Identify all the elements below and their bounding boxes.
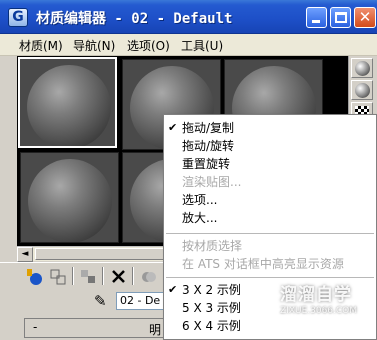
toolbar-separator [132, 267, 134, 285]
delete-x-icon [112, 270, 125, 283]
menu-item-magnify[interactable]: 放大... [164, 209, 376, 227]
window-title: 材质编辑器 - 02 - Default [36, 11, 233, 27]
menu-item-label: 拖动/复制 [182, 121, 235, 135]
rollout-title: 明 [149, 323, 162, 337]
toolbar-separator [72, 267, 74, 285]
checkmark-icon: ✔ [168, 283, 178, 296]
sample-slot-1[interactable] [18, 57, 117, 148]
watermark: 溜溜自学 ZIXUE.3066.COM [238, 274, 377, 336]
toolbar-separator [102, 267, 104, 285]
sample-slot-4[interactable] [20, 152, 119, 243]
checkmark-icon: ✔ [168, 121, 178, 134]
app-icon[interactable]: G [8, 8, 28, 27]
backlight-button[interactable] [351, 80, 373, 100]
watermark-brand: 溜溜自学 [280, 285, 352, 305]
watermark-url: ZIXUE.3066.COM [280, 306, 358, 316]
menu-options[interactable]: 选项(O) [127, 37, 170, 54]
menu-item-highlight-ats: 在 ATS 对话框中高亮显示资源 [164, 255, 376, 273]
sample-type-button[interactable] [351, 58, 373, 78]
eyedropper-icon[interactable]: ✎ [94, 292, 107, 310]
play-logo-icon [242, 278, 274, 310]
menu-item-label: 5 X 3 示例 [182, 301, 241, 315]
maximize-button[interactable] [330, 7, 351, 28]
assign-material-button[interactable] [78, 266, 100, 288]
menu-item-select-by-material: 按材质选择 [164, 237, 376, 255]
close-button[interactable]: ✕ [354, 7, 376, 28]
minimize-icon [312, 20, 320, 23]
menu-item-render-map: 渲染贴图... [164, 173, 376, 191]
minimize-button[interactable] [306, 7, 327, 28]
collapse-icon: - [33, 320, 38, 334]
close-icon: ✕ [358, 8, 372, 26]
put-to-scene-icon [50, 269, 66, 285]
menu-navigation[interactable]: 导航(N) [73, 37, 115, 54]
backlight-icon [355, 83, 370, 98]
make-copy-button[interactable] [138, 266, 160, 288]
menu-tools[interactable]: 工具(U) [181, 37, 223, 54]
put-to-scene-button[interactable] [48, 266, 70, 288]
sphere-icon [355, 61, 370, 76]
menu-separator [166, 233, 374, 234]
menu-item-drag-rotate[interactable]: 拖动/旋转 [164, 137, 376, 155]
scroll-left-button[interactable]: ◄ [17, 247, 33, 262]
maximize-icon [335, 12, 347, 23]
menu-item-label: 重置旋转 [182, 157, 231, 171]
menu-item-options[interactable]: 选项... [164, 191, 376, 209]
menu-material[interactable]: 材质(M) [19, 37, 63, 54]
menu-item-drag-copy[interactable]: ✔ 拖动/复制 [164, 119, 376, 137]
assign-material-icon [81, 270, 95, 283]
arrow-left-icon: ◄ [21, 249, 29, 259]
menu-item-label: 6 X 4 示例 [182, 319, 241, 333]
get-material-icon [27, 269, 42, 285]
title-bar: G 材质编辑器 - 02 - Default ✕ [0, 0, 377, 34]
menu-item-label: 3 X 2 示例 [182, 283, 241, 297]
menu-item-label: 拖动/旋转 [182, 139, 235, 153]
menu-item-label: 渲染贴图... [182, 175, 242, 189]
material-sphere [28, 159, 112, 242]
menu-item-label: 选项... [182, 193, 218, 207]
menu-item-label: 放大... [182, 211, 218, 225]
reset-material-button[interactable] [108, 266, 130, 288]
menu-item-reset-rotation[interactable]: 重置旋转 [164, 155, 376, 173]
get-material-button[interactable] [24, 266, 46, 288]
material-sphere [27, 65, 111, 146]
menu-item-label: 按材质选择 [182, 239, 243, 253]
copy-material-icon [142, 272, 156, 282]
menu-item-label: 在 ATS 对话框中高亮显示资源 [182, 257, 344, 271]
menu-bar: 材质(M) 导航(N) 选项(O) 工具(U) [0, 34, 377, 56]
